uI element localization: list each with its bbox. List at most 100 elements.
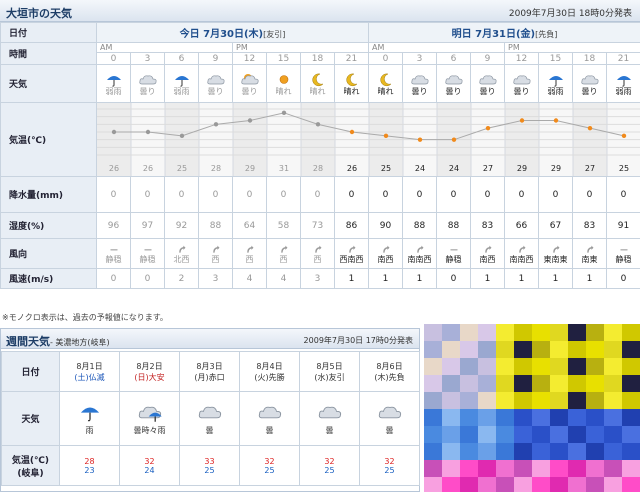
weekly-low-temp: 25 xyxy=(204,465,215,475)
wind-arrow-icon xyxy=(348,245,355,253)
weather-cell: 弱雨 xyxy=(538,64,573,103)
weather-text: 曇り xyxy=(207,86,224,96)
wind-speed-cell: 4 xyxy=(266,268,301,289)
wind-cell: 西 xyxy=(266,238,301,269)
weekly-weather-row: 天気雨 曇時々雨 曇 曇 曇 曇 xyxy=(1,391,420,446)
mosaic-tile xyxy=(514,443,532,460)
wind-cell: 西南西 xyxy=(334,238,369,269)
temperature-point xyxy=(587,125,593,131)
precipitation-label: 降水量(mm) xyxy=(0,176,97,213)
hour-cell: 18 xyxy=(300,52,335,65)
wind-direction-text: 西 xyxy=(279,254,288,264)
mosaic-tile xyxy=(532,341,550,358)
weekly-weather-cell: 曇時々雨 xyxy=(119,391,180,446)
temperature-point xyxy=(621,133,627,139)
wind-arrow-icon xyxy=(178,245,185,253)
mosaic-tile xyxy=(532,392,550,409)
weather-cell: 曇り xyxy=(402,64,437,103)
weekly-dow: (月)赤口 xyxy=(194,372,225,382)
mosaic-tile xyxy=(550,358,568,375)
mosaic-tile xyxy=(514,460,532,477)
weekly-dow: (水)友引 xyxy=(314,372,345,382)
mosaic-ad-banner[interactable] xyxy=(424,324,640,492)
wind-direction-text: 南東 xyxy=(581,254,598,264)
mosaic-tile xyxy=(496,358,514,375)
weekly-date-label: 日付 xyxy=(1,351,60,392)
mosaic-tile xyxy=(496,341,514,358)
mosaic-tile xyxy=(460,443,478,460)
mosaic-tile xyxy=(622,477,640,492)
date-label: 日付 xyxy=(0,22,97,43)
mosaic-tile xyxy=(586,358,604,375)
temperature-value-label: 25 xyxy=(381,164,391,173)
sun-cloud-icon xyxy=(240,73,259,84)
wind-speed-cell: 3 xyxy=(300,268,335,289)
mosaic-tile xyxy=(604,324,622,341)
mosaic-tile xyxy=(424,324,442,341)
weekly-dow: (土)仏滅 xyxy=(74,372,105,382)
weekly-temp-cell: 32 24 xyxy=(119,445,180,486)
umbrella-icon xyxy=(174,75,189,87)
wind-direction-text: 南西 xyxy=(479,254,496,264)
wind-direction-text: 北西 xyxy=(173,254,190,264)
temperature-value-label: 29 xyxy=(551,164,561,173)
mosaic-tile xyxy=(442,443,460,460)
mosaic-tile xyxy=(424,477,442,492)
wind-arrow-icon xyxy=(314,245,321,253)
mosaic-tile xyxy=(568,460,586,477)
weekly-date-cell: 8月5日 (水)友引 xyxy=(299,351,360,392)
temperature-point xyxy=(451,137,457,142)
temperature-value-label: 24 xyxy=(415,164,425,173)
humidity-cell: 66 xyxy=(504,212,539,239)
forecast-header: 大垣市の天気 2009年7月30日 18時0分発表 xyxy=(0,0,640,22)
humidity-cell: 96 xyxy=(96,212,131,239)
temperature-point xyxy=(179,133,185,139)
weather-text: 弱雨 xyxy=(105,86,122,96)
mosaic-tile xyxy=(442,460,460,477)
mosaic-tile xyxy=(460,460,478,477)
mosaic-tile xyxy=(532,409,550,426)
mosaic-tile xyxy=(532,443,550,460)
mosaic-tile xyxy=(604,426,622,443)
issued-time: 2009年7月30日 18時0分発表 xyxy=(508,9,632,19)
weekly-temp-cell: 33 25 xyxy=(179,445,240,486)
mosaic-tile xyxy=(478,324,496,341)
wind-direction-text: 西南西 xyxy=(339,254,364,264)
wind-arrow-icon xyxy=(280,245,287,253)
hour-cell: 9 xyxy=(198,52,233,65)
today-pm: PM xyxy=(232,42,369,53)
wind-direction-text: 西 xyxy=(211,254,220,264)
weekly-temp-cell: 32 25 xyxy=(299,445,360,486)
mosaic-tile xyxy=(622,324,640,341)
humidity-cell: 58 xyxy=(266,212,301,239)
weekly-weather-cell: 曇 xyxy=(239,391,300,446)
temperature-point xyxy=(417,137,423,142)
mosaic-tile xyxy=(550,341,568,358)
precip-cell: 0 xyxy=(198,176,233,213)
mosaic-tile xyxy=(460,375,478,392)
weather-cell: 晴れ xyxy=(300,64,335,103)
wind-arrow-icon xyxy=(212,245,219,253)
precipitation-row: 降水量(mm) 0 0 0 0 0 0 0 0 0 0 0 0 0 0 0 0 xyxy=(0,176,640,213)
weekly-table: 日付 8月1日 (土)仏滅 8月2日 (日)大安 8月3日 (月)赤口 8月4日 (火)先勝 8月… xyxy=(1,351,420,486)
temperature-point xyxy=(485,125,491,131)
tomorrow-rokuyo: [先負] xyxy=(535,30,558,39)
wind-arrow-icon xyxy=(246,245,253,253)
cloud-icon xyxy=(580,74,599,84)
mosaic-tile xyxy=(424,460,442,477)
humidity-cell: 73 xyxy=(300,212,335,239)
weather-cell: 曇り xyxy=(436,64,471,103)
mosaic-tile xyxy=(424,409,442,426)
temperature-point xyxy=(519,118,525,123)
mosaic-tile xyxy=(442,341,460,358)
mosaic-tile xyxy=(478,477,496,492)
weekly-weather-cell: 曇 xyxy=(179,391,240,446)
weather-text: 弱雨 xyxy=(547,86,564,96)
humidity-label: 湿度(%) xyxy=(0,212,97,239)
temperature-point xyxy=(145,129,151,135)
temperature-point xyxy=(315,122,321,127)
weekly-weather-cell: 雨 xyxy=(59,391,120,446)
mosaic-tile xyxy=(604,341,622,358)
mosaic-tile xyxy=(478,426,496,443)
humidity-cell: 88 xyxy=(402,212,437,239)
